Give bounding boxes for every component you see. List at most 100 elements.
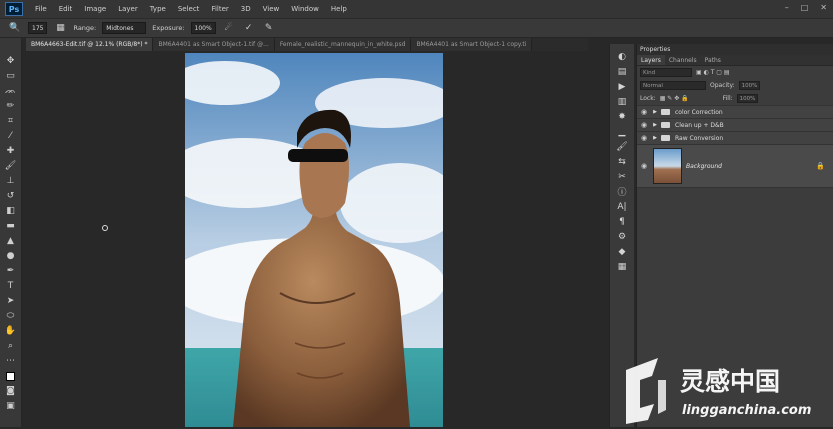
close-button[interactable]: ✕	[820, 3, 827, 12]
menu-layer[interactable]: Layer	[112, 5, 144, 13]
menu-type[interactable]: Type	[144, 5, 172, 13]
crop-tool-icon[interactable]: ⌗	[3, 114, 18, 128]
visibility-eye-icon[interactable]: ◉	[637, 134, 651, 142]
brush-size-field[interactable]: 175	[28, 22, 48, 34]
histogram-icon[interactable]: ▁	[614, 125, 630, 138]
brush-panel-icon[interactable]: ▦	[53, 21, 67, 35]
blur-tool-icon[interactable]: ▲	[3, 234, 18, 248]
doc-tab[interactable]: Female_realistic_mannequin_in_white.psd	[274, 38, 412, 51]
protect-tones-icon[interactable]: ✓	[242, 21, 256, 35]
options-bar: 🔍 175 ▦ Range: Midtones Exposure: 100% ☄…	[0, 18, 833, 38]
minimize-button[interactable]: –	[785, 3, 789, 12]
play-icon[interactable]: ▶	[614, 80, 630, 93]
expand-triangle-icon[interactable]: ▶	[651, 135, 659, 141]
menu-window[interactable]: Window	[285, 5, 325, 13]
expand-triangle-icon[interactable]: ▶	[651, 109, 659, 115]
background-layer[interactable]: ◉ Background 🔒	[637, 144, 833, 188]
character-icon[interactable]: A|	[614, 200, 630, 213]
exposure-label: Exposure:	[152, 24, 185, 32]
tools-icon[interactable]: ✂	[614, 170, 630, 183]
adjustments-icon[interactable]: ▥	[614, 95, 630, 108]
zoom-tool-icon[interactable]: ⌕	[3, 339, 18, 353]
eraser-tool-icon[interactable]: ◧	[3, 204, 18, 218]
visibility-eye-icon[interactable]: ◉	[637, 162, 651, 170]
watermark-cn-text: 灵感中国	[680, 367, 780, 396]
photoshop-logo: Ps	[5, 2, 23, 16]
quick-mask-icon[interactable]: ◙	[3, 384, 18, 398]
move-tool-icon[interactable]: ✥	[3, 54, 18, 68]
dodge-tool-icon[interactable]: ●	[3, 249, 18, 263]
opacity-field[interactable]: 100%	[738, 81, 761, 90]
tab-paths[interactable]: Paths	[701, 55, 725, 65]
menu-3d[interactable]: 3D	[235, 5, 257, 13]
color-swatches-icon[interactable]	[3, 369, 18, 383]
visibility-eye-icon[interactable]: ◉	[637, 108, 651, 116]
maximize-button[interactable]: □	[801, 3, 809, 12]
3d-icon[interactable]: ◆	[614, 245, 630, 258]
watermark-logo-icon: 灵感中国 lingganchina.com	[626, 358, 811, 424]
layer-thumbnail	[653, 148, 682, 184]
menu-image[interactable]: Image	[78, 5, 112, 13]
info-icon[interactable]: ⓘ	[614, 185, 630, 198]
marquee-tool-icon[interactable]: ▭	[3, 69, 18, 83]
menu-view[interactable]: View	[257, 5, 286, 13]
layer-name: Raw Conversion	[675, 134, 724, 142]
folder-icon	[661, 109, 670, 115]
more-tools-icon[interactable]: ⋯	[3, 354, 18, 368]
doc-tab[interactable]: BM6A4663-Edit.tif @ 12.1% (RGB/8*) *	[26, 38, 154, 51]
layer-group[interactable]: ◉ ▶ Raw Conversion	[637, 131, 833, 144]
screen-mode-icon[interactable]: ▣	[3, 399, 18, 413]
settings-icon[interactable]: ✸	[614, 110, 630, 123]
paragraph-icon[interactable]: ¶	[614, 215, 630, 228]
watermark: 灵感中国 lingganchina.com	[618, 350, 833, 427]
lock-icons[interactable]: ▦ ✎ ✥ 🔒	[660, 95, 689, 102]
doc-tab[interactable]: BM6A4401 as Smart Object-1.tif @...	[153, 38, 275, 51]
range-select[interactable]: Midtones	[102, 22, 147, 34]
history-icon[interactable]: ◐	[614, 50, 630, 63]
photo-image[interactable]	[185, 53, 443, 427]
layer-group[interactable]: ◉ ▶ color Correction	[637, 105, 833, 118]
quick-select-tool-icon[interactable]: ✏	[3, 99, 18, 113]
pen-tool-icon[interactable]: ✒	[3, 264, 18, 278]
lasso-tool-icon[interactable]: ᨏ	[3, 84, 18, 98]
fill-label: Fill:	[722, 95, 733, 102]
expand-triangle-icon[interactable]: ▶	[651, 122, 659, 128]
type-tool-icon[interactable]: T	[3, 279, 18, 293]
menu-help[interactable]: Help	[325, 5, 353, 13]
menu-edit[interactable]: Edit	[53, 5, 79, 13]
cursor-icon	[102, 225, 108, 231]
pressure-icon[interactable]: ✎	[262, 21, 276, 35]
exposure-field[interactable]: 100%	[190, 22, 216, 34]
clone-icon[interactable]: ⇆	[614, 155, 630, 168]
dodge-tool-icon[interactable]: 🔍	[8, 21, 22, 35]
menu-file[interactable]: File	[29, 5, 53, 13]
kind-filter-select[interactable]: Kind	[640, 68, 692, 77]
hand-tool-icon[interactable]: ✋	[3, 324, 18, 338]
tab-channels[interactable]: Channels	[665, 55, 701, 65]
filter-row: Kind ▣ ◐ T ▢ ▤	[637, 66, 833, 79]
navigator-icon[interactable]: ▦	[614, 260, 630, 273]
eyedropper-tool-icon[interactable]: ⁄	[3, 129, 18, 143]
actions-icon[interactable]: ▤	[614, 65, 630, 78]
tab-layers[interactable]: Layers	[637, 55, 665, 65]
gradient-tool-icon[interactable]: ▬	[3, 219, 18, 233]
visibility-eye-icon[interactable]: ◉	[637, 121, 651, 129]
path-select-icon[interactable]: ➤	[3, 294, 18, 308]
brush-tool-icon[interactable]: 🖌	[3, 159, 18, 173]
shape-tool-icon[interactable]: ⬭	[3, 309, 18, 323]
stamp-tool-icon[interactable]: ⊥	[3, 174, 18, 188]
brush-icon[interactable]: 🖌	[614, 140, 630, 153]
airbrush-icon[interactable]: ☄	[222, 21, 236, 35]
fill-field[interactable]: 100%	[736, 94, 759, 103]
properties-title[interactable]: Properties	[637, 44, 833, 55]
styles-icon[interactable]: ⚙	[614, 230, 630, 243]
history-brush-icon[interactable]: ↺	[3, 189, 18, 203]
menu-filter[interactable]: Filter	[205, 5, 234, 13]
healing-tool-icon[interactable]: ✚	[3, 144, 18, 158]
layer-group[interactable]: ◉ ▶ Clean up + D&B	[637, 118, 833, 131]
filter-icons[interactable]: ▣ ◐ T ▢ ▤	[696, 69, 730, 76]
blend-mode-select[interactable]: Normal	[640, 81, 706, 90]
document-canvas[interactable]	[22, 51, 588, 427]
doc-tab[interactable]: BM6A4401 as Smart Object-1 copy.ti	[411, 38, 533, 51]
menu-select[interactable]: Select	[172, 5, 206, 13]
